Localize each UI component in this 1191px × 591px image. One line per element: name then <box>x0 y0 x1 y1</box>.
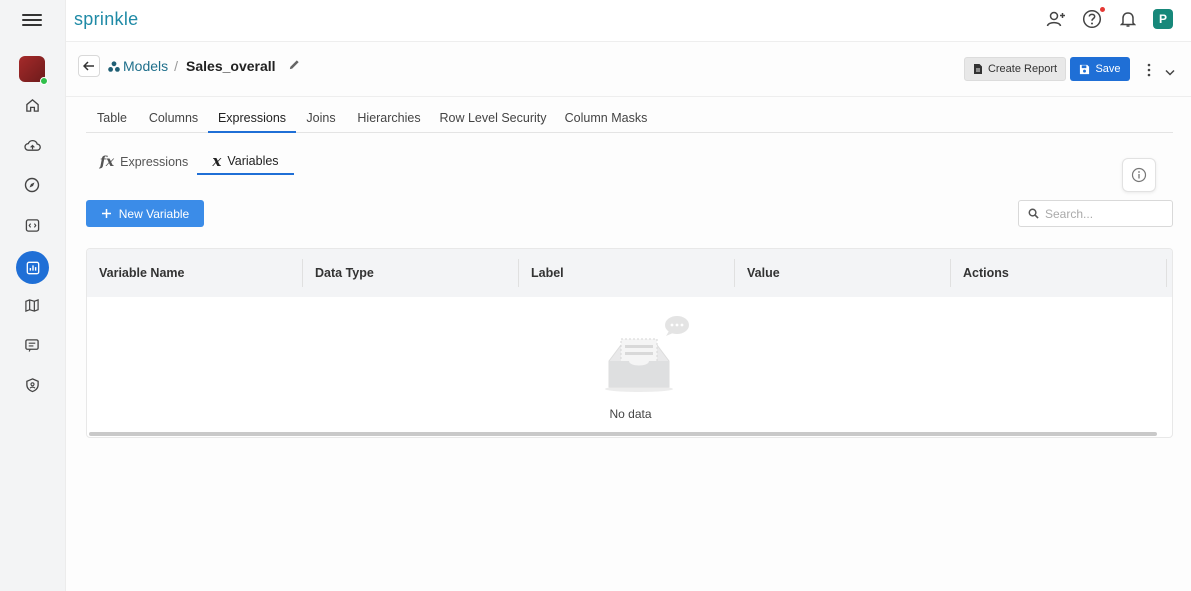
column-header-label: Label <box>531 266 564 280</box>
model-tabs: Table Columns Expressions Joins Hierarch… <box>86 104 1173 133</box>
notification-dot <box>1100 7 1105 12</box>
column-divider <box>1166 259 1167 287</box>
subtab-variables[interactable]: x Variables <box>197 148 294 175</box>
breadcrumb: Models / Sales_overall <box>108 58 301 74</box>
horizontal-scrollbar[interactable] <box>89 432 1157 436</box>
tab-columns[interactable]: Columns <box>142 111 205 133</box>
tab-column-masks[interactable]: Column Masks <box>560 111 652 133</box>
cloud-upload-icon[interactable] <box>20 133 44 157</box>
empty-inbox-icon <box>605 316 689 392</box>
models-icon <box>108 60 120 72</box>
page-title: Sales_overall <box>186 58 276 74</box>
code-icon[interactable] <box>20 213 44 237</box>
search-input[interactable] <box>1045 206 1165 221</box>
table-header: Variable Name Data Type Label Value Acti… <box>87 249 1172 297</box>
tab-expressions[interactable]: Expressions <box>208 111 296 133</box>
subtab-variables-label: Variables <box>227 153 279 168</box>
empty-state: No data <box>87 297 1172 427</box>
create-report-button[interactable]: Create Report <box>964 57 1066 81</box>
brand-logo[interactable]: sprinkle <box>74 9 138 30</box>
tab-table[interactable]: Table <box>86 111 138 133</box>
column-header-actions: Actions <box>963 266 1009 280</box>
info-icon <box>1131 167 1147 183</box>
menu-icon[interactable] <box>22 12 42 28</box>
report-chart-icon[interactable] <box>16 251 49 284</box>
left-rail <box>0 0 66 591</box>
search-box[interactable] <box>1018 200 1173 227</box>
new-variable-button[interactable]: New Variable <box>86 200 204 227</box>
tab-joins[interactable]: Joins <box>300 111 342 133</box>
bell-icon[interactable] <box>1117 8 1139 30</box>
column-header-value: Value <box>747 266 780 280</box>
online-status-dot <box>40 77 48 85</box>
map-icon[interactable] <box>20 293 44 317</box>
more-options-icon[interactable] <box>1143 60 1155 80</box>
column-header-data-type: Data Type <box>315 266 374 280</box>
add-user-icon[interactable] <box>1045 8 1067 30</box>
tab-hierarchies[interactable]: Hierarchies <box>350 111 428 133</box>
avatar[interactable]: P <box>1153 9 1173 29</box>
search-icon <box>1028 208 1039 219</box>
info-button[interactable] <box>1122 158 1156 192</box>
shield-icon[interactable] <box>20 373 44 397</box>
column-header-variable-name: Variable Name <box>99 266 185 280</box>
plus-icon <box>101 209 111 218</box>
comment-list-icon[interactable] <box>20 333 44 357</box>
help-icon[interactable] <box>1081 7 1105 30</box>
edit-pencil-icon[interactable] <box>288 58 301 74</box>
new-variable-label: New Variable <box>118 206 190 221</box>
save-label: Save <box>1095 63 1121 75</box>
arrow-left-icon <box>83 61 94 71</box>
header-divider <box>66 96 1191 97</box>
empty-state-text: No data <box>609 407 652 421</box>
compass-icon[interactable] <box>20 173 44 197</box>
back-button[interactable] <box>78 55 100 77</box>
app-logo[interactable] <box>19 56 48 85</box>
document-icon <box>973 64 982 74</box>
create-report-label: Create Report <box>987 63 1058 75</box>
variable-x-icon: x <box>212 151 222 170</box>
save-button[interactable]: Save <box>1070 57 1130 81</box>
subtab-expressions-label: Expressions <box>120 154 189 169</box>
breadcrumb-separator: / <box>174 58 179 74</box>
save-disk-icon <box>1080 64 1090 74</box>
subtab-expressions[interactable]: fx Expressions <box>98 148 190 175</box>
breadcrumb-models-link[interactable]: Models <box>123 58 168 74</box>
variables-table: Variable Name Data Type Label Value Acti… <box>86 248 1173 438</box>
chevron-down-icon[interactable] <box>1165 63 1175 81</box>
top-bar: sprinkle P <box>66 0 1191 42</box>
tab-row-level-security[interactable]: Row Level Security <box>436 111 550 133</box>
home-icon[interactable] <box>20 93 44 117</box>
fx-icon: fx <box>99 153 115 170</box>
